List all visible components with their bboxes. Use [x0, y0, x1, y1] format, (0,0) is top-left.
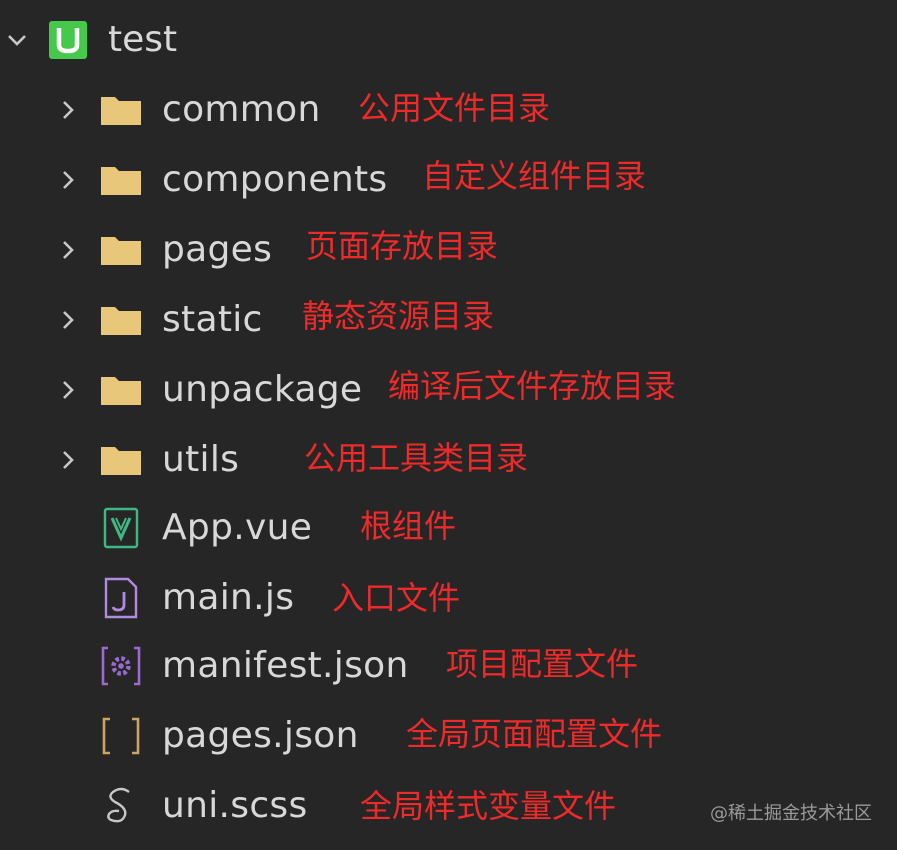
- chevron-right-icon[interactable]: [57, 449, 79, 471]
- folder-icon: [99, 438, 143, 482]
- annotation-label: 编译后文件存放目录: [388, 367, 677, 405]
- scss-file-icon: [99, 784, 143, 828]
- tree-item-label: App.vue: [162, 507, 313, 548]
- vue-file-icon: [99, 506, 143, 550]
- annotation-label: 页面存放目录: [306, 227, 499, 265]
- chevron-right-icon[interactable]: [57, 169, 79, 191]
- folder-icon: [99, 228, 143, 272]
- manifest-file-icon: [99, 644, 143, 688]
- watermark: @稀土掘金技术社区: [710, 803, 872, 824]
- tree-root-test[interactable]: test: [0, 10, 897, 70]
- tree-item-static[interactable]: static 静态资源目录: [0, 290, 897, 350]
- tree-item-main-js[interactable]: main.js 入口文件: [0, 568, 897, 628]
- folder-icon: [99, 298, 143, 342]
- tree-item-label: components: [162, 159, 388, 200]
- tree-item-components[interactable]: components 自定义组件目录: [0, 150, 897, 210]
- tree-item-label: unpackage: [162, 369, 363, 410]
- annotation-label: 公用文件目录: [358, 89, 551, 127]
- annotation-label: 根组件: [360, 507, 457, 545]
- annotation-label: 项目配置文件: [446, 645, 639, 683]
- folder-icon: [99, 158, 143, 202]
- root-folder-name: test: [108, 19, 178, 60]
- tree-item-label: pages.json: [162, 715, 359, 756]
- annotation-label: 静态资源目录: [302, 297, 495, 335]
- tree-item-label: common: [162, 89, 321, 130]
- chevron-right-icon[interactable]: [57, 379, 79, 401]
- uniapp-project-icon: [46, 18, 90, 62]
- tree-item-pages-json[interactable]: pages.json 全局页面配置文件: [0, 706, 897, 766]
- annotation-label: 全局样式变量文件: [360, 787, 617, 825]
- tree-item-app-vue[interactable]: App.vue 根组件: [0, 498, 897, 558]
- chevron-right-icon[interactable]: [57, 239, 79, 261]
- folder-icon: [99, 368, 143, 412]
- tree-item-common[interactable]: common 公用文件目录: [0, 80, 897, 140]
- tree-item-unpackage[interactable]: unpackage 编译后文件存放目录: [0, 360, 897, 420]
- annotation-label: 全局页面配置文件: [406, 715, 663, 753]
- chevron-down-icon[interactable]: [6, 29, 28, 51]
- annotation-label: 公用工具类目录: [304, 439, 529, 477]
- annotation-label: 入口文件: [332, 579, 461, 617]
- annotation-label: 自定义组件目录: [422, 157, 647, 195]
- tree-item-label: manifest.json: [162, 645, 409, 686]
- tree-item-manifest-json[interactable]: manifest.json 项目配置文件: [0, 636, 897, 696]
- tree-item-utils[interactable]: utils 公用工具类目录: [0, 430, 897, 490]
- tree-item-label: static: [162, 299, 263, 340]
- chevron-right-icon[interactable]: [57, 99, 79, 121]
- chevron-right-icon[interactable]: [57, 309, 79, 331]
- json-file-icon: [99, 714, 143, 758]
- tree-item-label: uni.scss: [162, 785, 308, 826]
- tree-item-label: main.js: [162, 577, 295, 618]
- js-file-icon: [99, 576, 143, 620]
- tree-item-label: utils: [162, 439, 240, 480]
- tree-item-label: pages: [162, 229, 273, 270]
- tree-item-pages[interactable]: pages 页面存放目录: [0, 220, 897, 280]
- folder-icon: [99, 88, 143, 132]
